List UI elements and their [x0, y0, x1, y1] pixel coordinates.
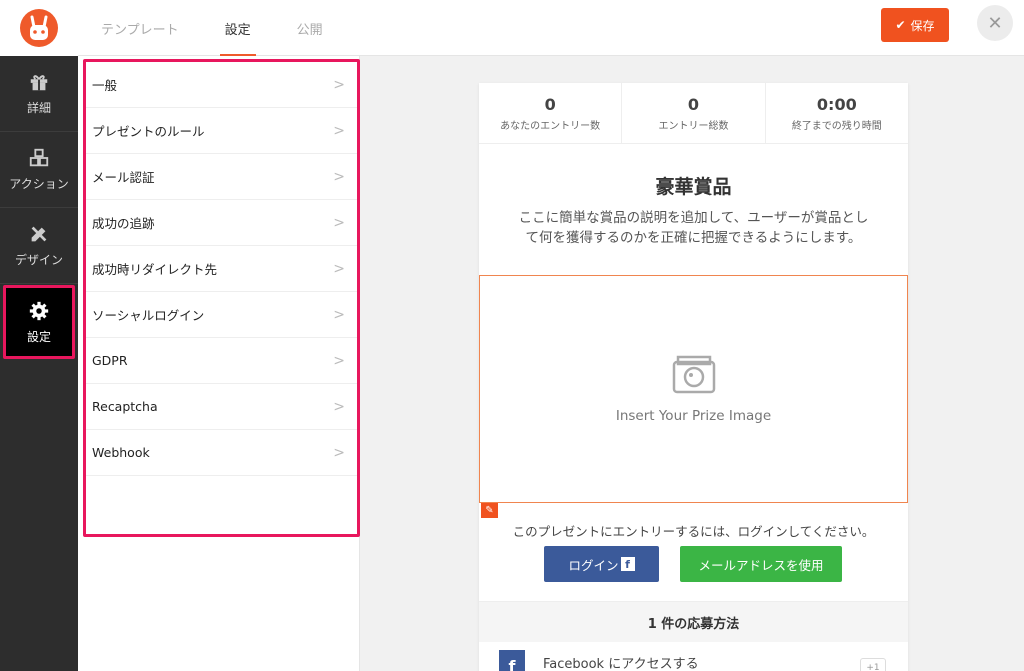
camera-icon: [672, 355, 715, 394]
chevron-right-icon: >: [333, 214, 345, 231]
prize-description[interactable]: ここに簡単な賞品の説明を追加して、ユーザーが賞品として何を獲得するのかを正確に把…: [479, 208, 908, 270]
email-login-button[interactable]: メールアドレスを使用: [680, 546, 842, 582]
chevron-right-icon: >: [333, 306, 345, 323]
entry-methods-heading: 1 件の応募方法: [479, 601, 908, 642]
chevron-right-icon: >: [333, 168, 345, 185]
facebook-login-button[interactable]: ログイン f: [544, 546, 659, 582]
sidebar-item-settings[interactable]: 設定: [3, 285, 75, 359]
stat-time-remaining: 0:00 終了までの残り時間: [766, 83, 908, 143]
image-placeholder-text: Insert Your Prize Image: [615, 408, 772, 424]
logo[interactable]: [0, 0, 78, 56]
sidebar-item-actions[interactable]: アクション: [0, 132, 78, 208]
cubes-icon: [29, 148, 49, 167]
sidebar-item-label: アクション: [9, 177, 69, 191]
giveaway-preview-card: 0 あなたのエントリー数 0 エントリー総数 0:00 終了までの残り時間 豪華…: [479, 83, 908, 671]
settings-item-label: Recaptcha: [92, 399, 158, 414]
header-tabs: テンプレート 設定 公開: [78, 0, 346, 56]
sidebar-item-label: 詳細: [26, 101, 51, 115]
settings-item-rules[interactable]: プレゼントのルール >: [86, 108, 357, 154]
settings-item-general[interactable]: 一般 >: [86, 62, 357, 108]
sidebar-item-label: 設定: [26, 329, 51, 344]
stat-label: あなたのエントリー数: [500, 120, 601, 132]
sidebar-item-details[interactable]: 詳細: [0, 56, 78, 132]
settings-item-success-tracking[interactable]: 成功の追跡 >: [86, 200, 357, 246]
settings-item-email-verification[interactable]: メール認証 >: [86, 154, 357, 200]
save-button[interactable]: ✔ 保存: [881, 8, 949, 42]
entry-method-row[interactable]: f Facebook にアクセスする +1: [479, 642, 908, 671]
tab-template[interactable]: テンプレート: [78, 0, 202, 56]
settings-item-social-login[interactable]: ソーシャルログイン >: [86, 292, 357, 338]
settings-item-label: 成功時リダイレクト先: [92, 262, 218, 277]
entry-method-label: Facebook にアクセスする: [543, 657, 699, 671]
email-login-label: メールアドレスを使用: [698, 557, 824, 573]
sidebar-item-design[interactable]: デザイン: [0, 208, 78, 284]
rabbit-logo-icon: [20, 9, 58, 47]
gear-icon: [29, 301, 49, 320]
settings-item-gdpr[interactable]: GDPR >: [86, 338, 357, 384]
stat-value: 0: [544, 94, 556, 114]
settings-item-success-redirect[interactable]: 成功時リダイレクト先 >: [86, 246, 357, 292]
settings-item-label: Webhook: [92, 445, 150, 460]
stat-label: 終了までの残り時間: [791, 120, 882, 132]
chevron-right-icon: >: [333, 122, 345, 139]
chevron-right-icon: >: [333, 444, 345, 461]
stat-value: 0:00: [816, 94, 857, 114]
settings-item-label: GDPR: [92, 353, 128, 368]
facebook-icon: f: [620, 557, 635, 571]
top-bar: テンプレート 設定 公開 ✔ 保存 ✕: [0, 0, 1024, 56]
sidebar-item-label: デザイン: [14, 253, 63, 267]
settings-item-label: 一般: [92, 78, 118, 93]
facebook-login-label: ログイン: [568, 557, 619, 573]
main-sidebar: 詳細 アクション デザイン 設定: [0, 56, 78, 671]
close-button[interactable]: ✕: [977, 5, 1013, 41]
chevron-right-icon: >: [333, 76, 345, 93]
settings-list: 一般 > プレゼントのルール > メール認証 > 成功の追跡 > 成功時リダイレクト先 >…: [83, 59, 360, 537]
tab-settings[interactable]: 設定: [202, 0, 274, 56]
prize-title[interactable]: 豪華賞品: [479, 172, 908, 199]
settings-item-label: 成功の追跡: [92, 216, 155, 231]
chevron-right-icon: >: [333, 260, 345, 277]
login-prompt: このプレゼントにエントリーするには、ログインしてください。: [512, 524, 875, 539]
pencil-ruler-icon: [31, 226, 47, 242]
settings-item-label: ソーシャルログイン: [92, 308, 205, 323]
check-icon: ✔: [895, 18, 906, 32]
tab-publish[interactable]: 公開: [274, 0, 346, 56]
chevron-right-icon: >: [333, 352, 345, 369]
prize-image-placeholder[interactable]: Insert Your Prize Image: [479, 275, 908, 503]
facebook-icon: f: [499, 649, 525, 671]
settings-item-label: メール認証: [92, 170, 155, 185]
settings-item-label: プレゼントのルール: [92, 124, 205, 139]
edit-pencil-icon[interactable]: ✎: [481, 503, 498, 518]
chevron-right-icon: >: [333, 398, 345, 415]
settings-item-recaptcha[interactable]: Recaptcha >: [86, 384, 357, 430]
gift-icon: [30, 75, 48, 91]
stat-total-entries: 0 エントリー総数: [622, 83, 766, 143]
stat-label: エントリー総数: [658, 120, 729, 132]
settings-panel: 一般 > プレゼントのルール > メール認証 > 成功の追跡 > 成功時リダイレクト先 >…: [78, 56, 360, 671]
close-icon: ✕: [987, 12, 1003, 34]
stat-your-entries: 0 あなたのエントリー数: [479, 83, 623, 143]
settings-item-webhook[interactable]: Webhook >: [86, 430, 357, 476]
stat-value: 0: [687, 94, 700, 114]
entry-points-badge: +1: [860, 658, 886, 671]
save-button-label: 保存: [910, 18, 935, 33]
stats-bar: 0 あなたのエントリー数 0 エントリー総数 0:00 終了までの残り時間: [479, 83, 908, 144]
